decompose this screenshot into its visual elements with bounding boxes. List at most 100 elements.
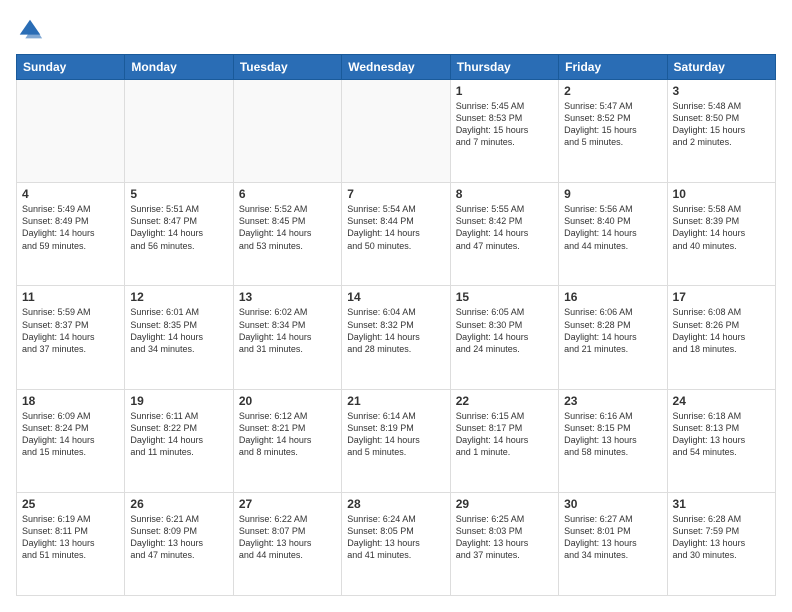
calendar-cell: 9 Sunrise: 5:56 AM Sunset: 8:40 PM Daylig… — [559, 183, 667, 286]
calendar-cell: 30 Sunrise: 6:27 AM Sunset: 8:01 PM Dayli… — [559, 492, 667, 595]
day-info: Sunrise: 6:19 AM Sunset: 8:11 PM Dayligh… — [22, 513, 119, 562]
day-info: Sunrise: 6:12 AM Sunset: 8:21 PM Dayligh… — [239, 410, 336, 459]
calendar-cell: 2Sunrise: 5:47 AM Sunset: 8:52 PM Daylig… — [559, 80, 667, 183]
day-number: 10 — [673, 187, 770, 201]
logo — [16, 16, 48, 44]
calendar-header-saturday: Saturday — [667, 55, 775, 80]
day-number: 9 — [564, 187, 661, 201]
day-number: 29 — [456, 497, 553, 511]
day-info: Sunrise: 6:02 AM Sunset: 8:34 PM Dayligh… — [239, 306, 336, 355]
day-number: 28 — [347, 497, 444, 511]
calendar-cell: 5 Sunrise: 5:51 AM Sunset: 8:47 PM Daylig… — [125, 183, 233, 286]
day-number: 3 — [673, 84, 770, 98]
day-number: 21 — [347, 394, 444, 408]
day-number: 5 — [130, 187, 227, 201]
day-info: Sunrise: 5:52 AM Sunset: 8:45 PM Dayligh… — [239, 203, 336, 252]
calendar-week-1: 1Sunrise: 5:45 AM Sunset: 8:53 PM Daylig… — [17, 80, 776, 183]
calendar-header-monday: Monday — [125, 55, 233, 80]
day-number: 6 — [239, 187, 336, 201]
day-number: 13 — [239, 290, 336, 304]
day-number: 19 — [130, 394, 227, 408]
day-number: 16 — [564, 290, 661, 304]
day-info: Sunrise: 6:09 AM Sunset: 8:24 PM Dayligh… — [22, 410, 119, 459]
day-info: Sunrise: 5:51 AM Sunset: 8:47 PM Dayligh… — [130, 203, 227, 252]
day-info: Sunrise: 6:01 AM Sunset: 8:35 PM Dayligh… — [130, 306, 227, 355]
calendar-cell: 27 Sunrise: 6:22 AM Sunset: 8:07 PM Dayli… — [233, 492, 341, 595]
calendar-cell: 22 Sunrise: 6:15 AM Sunset: 8:17 PM Dayli… — [450, 389, 558, 492]
header — [16, 16, 776, 44]
calendar-cell — [342, 80, 450, 183]
day-info: Sunrise: 6:14 AM Sunset: 8:19 PM Dayligh… — [347, 410, 444, 459]
day-number: 15 — [456, 290, 553, 304]
day-number: 20 — [239, 394, 336, 408]
calendar-header-sunday: Sunday — [17, 55, 125, 80]
calendar-week-4: 18 Sunrise: 6:09 AM Sunset: 8:24 PM Dayli… — [17, 389, 776, 492]
logo-icon — [16, 16, 44, 44]
calendar-cell — [233, 80, 341, 183]
calendar-cell: 11 Sunrise: 5:59 AM Sunset: 8:37 PM Dayli… — [17, 286, 125, 389]
day-info: Sunrise: 6:16 AM Sunset: 8:15 PM Dayligh… — [564, 410, 661, 459]
calendar-cell: 7Sunrise: 5:54 AM Sunset: 8:44 PM Daylig… — [342, 183, 450, 286]
calendar-header-friday: Friday — [559, 55, 667, 80]
calendar-cell: 12 Sunrise: 6:01 AM Sunset: 8:35 PM Dayli… — [125, 286, 233, 389]
calendar-cell: 18 Sunrise: 6:09 AM Sunset: 8:24 PM Dayli… — [17, 389, 125, 492]
calendar-cell: 3Sunrise: 5:48 AM Sunset: 8:50 PM Daylig… — [667, 80, 775, 183]
day-info: Sunrise: 6:24 AM Sunset: 8:05 PM Dayligh… — [347, 513, 444, 562]
calendar-cell: 24 Sunrise: 6:18 AM Sunset: 8:13 PM Dayli… — [667, 389, 775, 492]
day-number: 7 — [347, 187, 444, 201]
day-info: Sunrise: 6:27 AM Sunset: 8:01 PM Dayligh… — [564, 513, 661, 562]
day-info: Sunrise: 6:15 AM Sunset: 8:17 PM Dayligh… — [456, 410, 553, 459]
calendar-cell: 1Sunrise: 5:45 AM Sunset: 8:53 PM Daylig… — [450, 80, 558, 183]
day-info: Sunrise: 5:49 AM Sunset: 8:49 PM Dayligh… — [22, 203, 119, 252]
day-number: 31 — [673, 497, 770, 511]
day-number: 22 — [456, 394, 553, 408]
calendar-cell: 28 Sunrise: 6:24 AM Sunset: 8:05 PM Dayli… — [342, 492, 450, 595]
calendar-cell: 10 Sunrise: 5:58 AM Sunset: 8:39 PM Dayli… — [667, 183, 775, 286]
day-info: Sunrise: 6:06 AM Sunset: 8:28 PM Dayligh… — [564, 306, 661, 355]
calendar-cell: 23Sunrise: 6:16 AM Sunset: 8:15 PM Dayli… — [559, 389, 667, 492]
day-number: 30 — [564, 497, 661, 511]
day-number: 24 — [673, 394, 770, 408]
calendar-cell: 15 Sunrise: 6:05 AM Sunset: 8:30 PM Dayli… — [450, 286, 558, 389]
day-info: Sunrise: 6:18 AM Sunset: 8:13 PM Dayligh… — [673, 410, 770, 459]
calendar-week-5: 25 Sunrise: 6:19 AM Sunset: 8:11 PM Dayli… — [17, 492, 776, 595]
calendar-header-wednesday: Wednesday — [342, 55, 450, 80]
day-number: 12 — [130, 290, 227, 304]
calendar-cell: 31 Sunrise: 6:28 AM Sunset: 7:59 PM Dayli… — [667, 492, 775, 595]
day-number: 8 — [456, 187, 553, 201]
day-number: 11 — [22, 290, 119, 304]
day-number: 18 — [22, 394, 119, 408]
calendar-cell: 4 Sunrise: 5:49 AM Sunset: 8:49 PM Daylig… — [17, 183, 125, 286]
calendar-header-tuesday: Tuesday — [233, 55, 341, 80]
day-info: Sunrise: 6:22 AM Sunset: 8:07 PM Dayligh… — [239, 513, 336, 562]
calendar-cell: 17Sunrise: 6:08 AM Sunset: 8:26 PM Dayli… — [667, 286, 775, 389]
day-info: Sunrise: 5:45 AM Sunset: 8:53 PM Dayligh… — [456, 100, 553, 149]
day-info: Sunrise: 6:04 AM Sunset: 8:32 PM Dayligh… — [347, 306, 444, 355]
day-number: 27 — [239, 497, 336, 511]
day-number: 25 — [22, 497, 119, 511]
calendar-cell — [17, 80, 125, 183]
day-info: Sunrise: 6:28 AM Sunset: 7:59 PM Dayligh… — [673, 513, 770, 562]
calendar-cell: 21 Sunrise: 6:14 AM Sunset: 8:19 PM Dayli… — [342, 389, 450, 492]
day-info: Sunrise: 6:11 AM Sunset: 8:22 PM Dayligh… — [130, 410, 227, 459]
day-info: Sunrise: 5:56 AM Sunset: 8:40 PM Dayligh… — [564, 203, 661, 252]
day-number: 2 — [564, 84, 661, 98]
calendar-cell: 19 Sunrise: 6:11 AM Sunset: 8:22 PM Dayli… — [125, 389, 233, 492]
day-info: Sunrise: 5:55 AM Sunset: 8:42 PM Dayligh… — [456, 203, 553, 252]
day-info: Sunrise: 6:05 AM Sunset: 8:30 PM Dayligh… — [456, 306, 553, 355]
calendar-cell: 14 Sunrise: 6:04 AM Sunset: 8:32 PM Dayli… — [342, 286, 450, 389]
calendar-cell: 8 Sunrise: 5:55 AM Sunset: 8:42 PM Daylig… — [450, 183, 558, 286]
calendar-cell: 25 Sunrise: 6:19 AM Sunset: 8:11 PM Dayli… — [17, 492, 125, 595]
calendar-header-thursday: Thursday — [450, 55, 558, 80]
calendar-table: SundayMondayTuesdayWednesdayThursdayFrid… — [16, 54, 776, 596]
day-info: Sunrise: 6:21 AM Sunset: 8:09 PM Dayligh… — [130, 513, 227, 562]
calendar-week-2: 4 Sunrise: 5:49 AM Sunset: 8:49 PM Daylig… — [17, 183, 776, 286]
day-number: 14 — [347, 290, 444, 304]
day-info: Sunrise: 5:59 AM Sunset: 8:37 PM Dayligh… — [22, 306, 119, 355]
calendar-cell: 16 Sunrise: 6:06 AM Sunset: 8:28 PM Dayli… — [559, 286, 667, 389]
day-info: Sunrise: 5:58 AM Sunset: 8:39 PM Dayligh… — [673, 203, 770, 252]
page: SundayMondayTuesdayWednesdayThursdayFrid… — [0, 0, 792, 612]
day-number: 26 — [130, 497, 227, 511]
calendar-cell: 26 Sunrise: 6:21 AM Sunset: 8:09 PM Dayli… — [125, 492, 233, 595]
day-number: 4 — [22, 187, 119, 201]
